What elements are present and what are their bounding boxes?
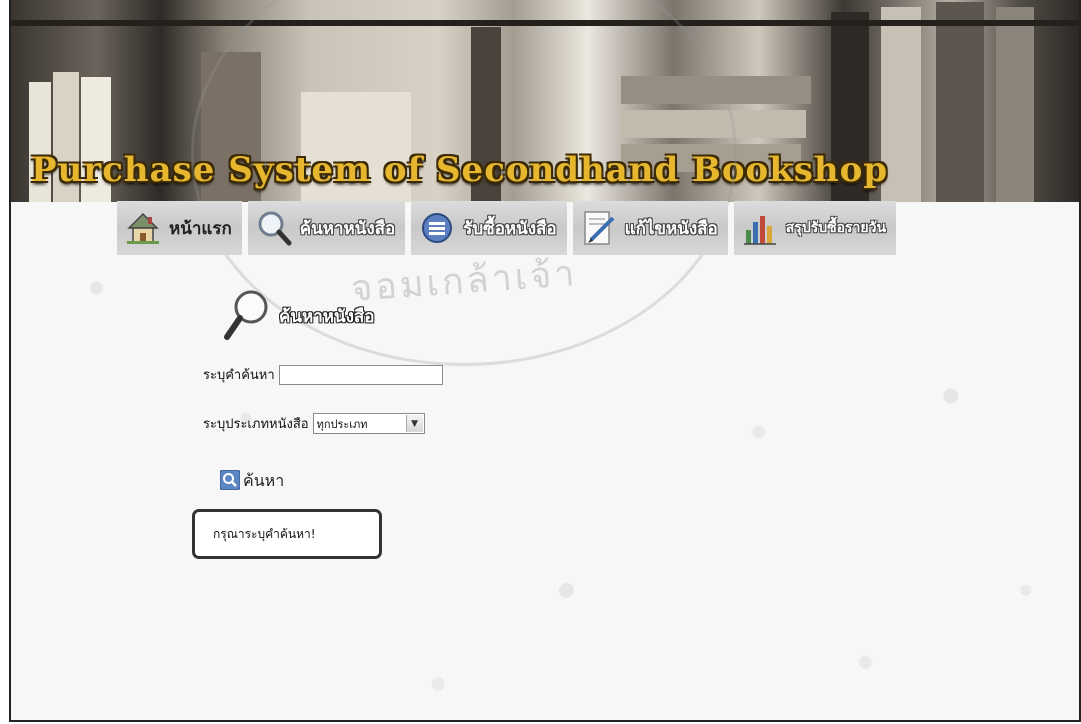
book-spine (936, 2, 984, 202)
list-circle-icon (417, 208, 457, 248)
magnifier-icon (221, 287, 273, 345)
nav-edit-books[interactable]: แก้ไขหนังสือ (572, 201, 728, 255)
nav-buy-books[interactable]: รับซื้อหนังสือ (411, 201, 567, 255)
house-icon (123, 208, 163, 248)
nav-daily-summary-label: สรุปรับซื้อรายวัน (785, 220, 887, 236)
site-title: Purchase System of Secondhand Bookshop (31, 150, 889, 190)
nav-search-books-label: ค้นหาหนังสือ (299, 218, 396, 239)
keyword-row: ระบุคำค้นหา (203, 364, 443, 385)
chevron-down-icon[interactable]: ▼ (405, 415, 423, 432)
page-frame: Purchase System of Secondhand Bookshop จ… (9, 0, 1081, 722)
search-button[interactable]: ค้นหา (219, 469, 285, 494)
book-type-select[interactable]: ทุกประเภท ▼ (312, 413, 425, 434)
search-button-label: ค้นหา (243, 471, 285, 490)
search-heading-label: ค้นหาหนังสือ (279, 306, 375, 327)
book-type-label: ระบุประเภทหนังสือ (203, 417, 309, 432)
book-spine (621, 110, 806, 138)
nav-daily-summary[interactable]: สรุปรับซื้อรายวัน (733, 201, 897, 255)
keyword-label: ระบุคำค้นหา (203, 368, 275, 383)
search-heading: ค้นหาหนังสือ (221, 287, 374, 345)
search-icon (219, 469, 241, 494)
nav-home[interactable]: หน้าแรก (117, 201, 242, 255)
validation-message-text: กรุณาระบุคำค้นหา! (213, 526, 316, 541)
nav-buy-books-label: รับซื้อหนังสือ (463, 218, 557, 239)
nav-home-label: หน้าแรก (169, 218, 232, 239)
main-nav: หน้าแรก ค้นหาหนังสือ รับซื้อหนังสือ แก้ไ… (117, 201, 897, 255)
validation-message: กรุณาระบุคำค้นหา! (192, 509, 382, 559)
bar-chart-icon (740, 208, 780, 248)
book-spine (621, 76, 811, 104)
pencil-icon (579, 208, 619, 248)
book-type-selected: ทุกประเภท (316, 417, 368, 431)
keyword-input[interactable] (278, 364, 443, 385)
book-spine (996, 7, 1034, 202)
header-banner: Purchase System of Secondhand Bookshop (11, 0, 1079, 202)
book-type-row: ระบุประเภทหนังสือ ทุกประเภท ▼ (203, 413, 425, 434)
nav-search-books[interactable]: ค้นหาหนังสือ (247, 201, 406, 255)
magnifier-icon (254, 208, 294, 248)
nav-edit-books-label: แก้ไขหนังสือ (624, 218, 718, 239)
shelf (11, 20, 1079, 26)
